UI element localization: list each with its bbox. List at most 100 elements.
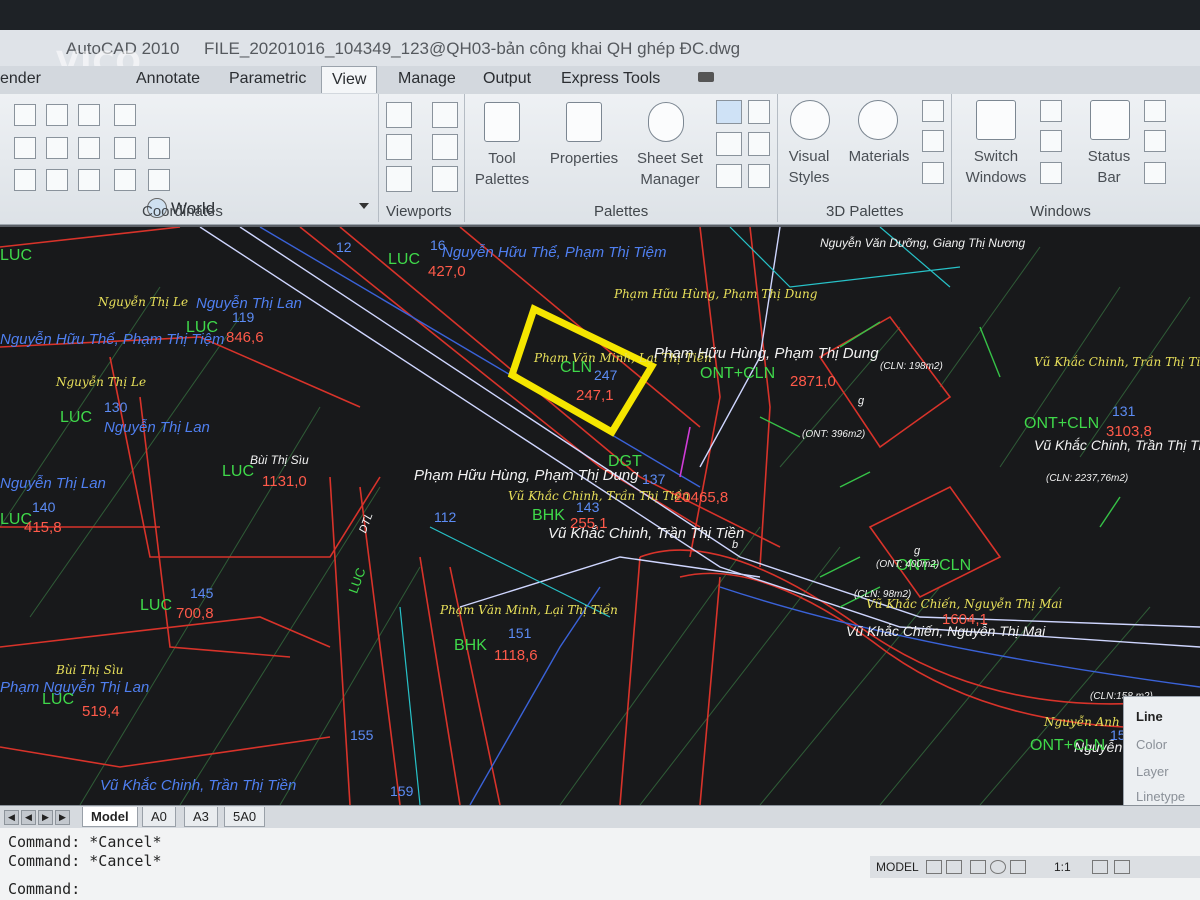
ucs-face-icon[interactable] [78,169,100,191]
owner-label: Nguyễn Thị Le [56,375,147,389]
design-center-icon[interactable] [716,100,742,124]
quick-view-layouts-icon[interactable] [926,860,942,874]
model-space-toggle[interactable]: MODEL [876,860,919,874]
next-tab-icon[interactable]: ▶ [38,810,53,825]
ucs-view-icon[interactable] [14,169,36,191]
pan-icon[interactable] [970,860,986,874]
switch-windows-button[interactable]: Switch Windows [962,146,1030,188]
area-value: 519,4 [82,703,120,720]
command-prompt[interactable]: Command: [8,880,80,898]
ucs-settings-icon[interactable] [148,169,170,191]
ribbon-minimize-icon[interactable] [698,72,714,82]
block-editor-icon[interactable] [1144,100,1166,122]
text-window-icon[interactable] [1144,162,1166,184]
ribbon-tabs: ender Annotate Parametric View Manage Ou… [0,66,1200,94]
tool-palettes-icon[interactable] [484,102,520,142]
dbconnect-icon[interactable] [716,132,742,156]
ucs-world-icon[interactable] [78,104,100,126]
workspace-icon[interactable] [1114,860,1130,874]
tab-render[interactable]: ender [0,70,41,88]
viewport-layout-icon[interactable] [432,166,458,192]
zoom-icon[interactable] [990,860,1006,874]
tab-express-tools[interactable]: Express Tools [561,70,660,88]
sheet-set-manager-button[interactable]: Sheet Set Manager [632,148,708,190]
parcel-number: 151 [508,625,532,641]
ucs-y-icon[interactable] [46,137,68,159]
lights-icon[interactable] [922,100,944,122]
tile-vertical-icon[interactable] [1040,130,1062,152]
tile-horizontal-icon[interactable] [1040,100,1062,122]
parcel-number: 140 [32,499,56,515]
render-icon[interactable] [922,130,944,152]
landtype-label: LUC [42,691,75,708]
command-line-icon[interactable] [716,164,742,188]
owner-label: Phạm Hữu Hùng, Phạm Thị Dung [614,287,818,301]
prev-tab-icon[interactable]: ◀ [21,810,36,825]
properties-item[interactable]: Linetype [1136,789,1185,804]
ucs-3point-icon[interactable] [114,137,136,159]
tool-palettes-label-2: Palettes [474,171,530,188]
annotation-visibility-icon[interactable] [1092,860,1108,874]
last-tab-icon[interactable]: ▶ [55,810,70,825]
parcel-number: 137 [642,471,666,487]
layout-icon[interactable] [1144,130,1166,152]
properties-item[interactable]: Layer [1136,764,1169,779]
tab-view[interactable]: View [321,66,378,93]
sheet-set-icon[interactable] [648,102,684,142]
tab-output[interactable]: Output [483,70,531,88]
viewport-join-icon[interactable] [432,134,458,160]
area-note: b [732,539,739,551]
properties-button[interactable]: Properties [546,148,622,169]
landtype-label: BHK [532,507,565,524]
switch-windows-icon[interactable] [976,100,1016,140]
markup-icon[interactable] [748,100,770,124]
ucs-zaxis-icon[interactable] [114,169,136,191]
area-value: 3103,8 [1106,423,1152,440]
visual-styles-icon[interactable] [790,100,830,140]
drawing-canvas[interactable]: Nguyễn Thị Le Phạm Hữu Hùng, Phạm Thị Du… [0,227,1200,805]
tab-parametric[interactable]: Parametric [229,70,306,88]
visual-styles-label-1: Visual [788,148,830,165]
cascade-icon[interactable] [1040,162,1062,184]
annotation-scale[interactable]: 1:1 [1054,860,1071,874]
ucs-icon[interactable] [14,104,36,126]
viewport-polygon-icon[interactable] [386,166,412,192]
status-bar-label-2: Bar [1097,169,1121,186]
materials-button[interactable]: Materials [844,146,914,167]
ucs-x-icon[interactable] [14,137,36,159]
properties-item[interactable]: Color [1136,737,1167,752]
ucs-origin-icon[interactable] [114,104,136,126]
owner-label: Bùi Thị Sìu [56,663,124,677]
tool-palettes-button[interactable]: Tool Palettes [470,148,534,190]
owner-label: Phạm Văn Minh, Lại Thị Tiền [440,603,618,617]
owner-label: Phạm Hữu Hùng, Phạm Thị Dung [414,467,639,484]
layout-tab-5a0[interactable]: 5A0 [224,807,266,827]
layer-states-icon[interactable] [748,164,770,188]
visual-styles-button[interactable]: Visual Styles [780,146,838,188]
viewport-config-icon[interactable] [386,102,412,128]
ucs-named-icon[interactable] [148,137,170,159]
landtype-label: ONT+CLN [1024,415,1100,432]
layout-tab-a3[interactable]: A3 [184,807,218,827]
materials-icon[interactable] [858,100,898,140]
status-bar-button[interactable]: Status Bar [1082,146,1136,188]
layout-tab-model[interactable]: Model [82,807,138,827]
status-bar-icon[interactable] [1090,100,1130,140]
quick-view-drawings-icon[interactable] [946,860,962,874]
tab-annotate[interactable]: Annotate [136,70,200,88]
area-value: 415,8 [24,519,62,536]
viewport-new-icon[interactable] [432,102,458,128]
panel-divider [951,94,952,222]
quick-properties-panel[interactable]: Line Color Layer Linetype [1123,696,1200,805]
calculator-icon[interactable] [748,132,770,156]
ucs-object-icon[interactable] [46,169,68,191]
tab-manage[interactable]: Manage [398,70,456,88]
properties-icon[interactable] [566,102,602,142]
ucs-previous-icon[interactable] [46,104,68,126]
layout-tab-a0[interactable]: A0 [142,807,176,827]
viewport-clip-icon[interactable] [386,134,412,160]
sun-icon[interactable] [922,162,944,184]
steering-wheel-icon[interactable] [1010,860,1026,874]
ucs-z-icon[interactable] [78,137,100,159]
first-tab-icon[interactable]: ◀ [4,810,19,825]
